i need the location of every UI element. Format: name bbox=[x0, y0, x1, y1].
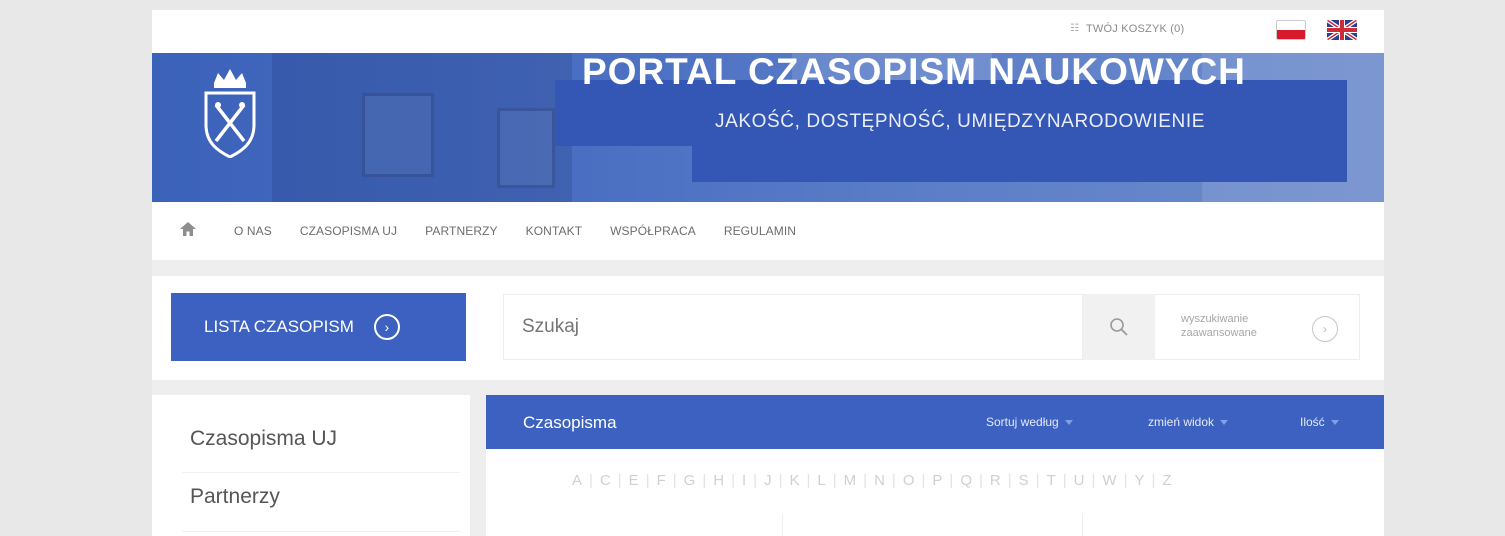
sort-dropdown[interactable]: Sortuj według bbox=[986, 415, 1073, 429]
search-section: LISTA CZASOPISM › wyszukiwanie zaawansow… bbox=[152, 276, 1384, 380]
alphabet-separator: | bbox=[702, 472, 708, 489]
portal-subtitle: JAKOŚĆ, DOSTĘPNOŚĆ, UMIĘDZYNARODOWIENIE bbox=[715, 111, 1206, 132]
top-bar: ☷ TWÓJ KOSZYK (0) bbox=[152, 10, 1384, 53]
main-nav: O NAS CZASOPISMA UJ PARTNERZY KONTAKT WS… bbox=[152, 202, 1384, 260]
alphabet-letter[interactable]: M bbox=[844, 472, 858, 489]
chevron-down-icon bbox=[1330, 419, 1339, 425]
journals-panel: Czasopisma Sortuj według zmień widok Ilo… bbox=[486, 395, 1384, 536]
journal-list-label: LISTA CZASOPISM bbox=[204, 317, 354, 336]
cart-label: TWÓJ KOSZYK (0) bbox=[1086, 23, 1185, 35]
alphabet-separator: | bbox=[672, 472, 678, 489]
advanced-search-link[interactable]: wyszukiwanie zaawansowane › bbox=[1155, 294, 1360, 360]
alphabet-letter[interactable]: E bbox=[629, 472, 640, 489]
alphabet-letter[interactable]: C bbox=[600, 472, 612, 489]
sort-label: Sortuj według bbox=[986, 415, 1059, 429]
count-dropdown[interactable]: Ilość bbox=[1300, 415, 1339, 429]
alphabet-separator: | bbox=[617, 472, 623, 489]
alphabet-letter[interactable]: S bbox=[1019, 472, 1030, 489]
alphabet-letter[interactable]: Z bbox=[1162, 472, 1172, 489]
nav-item-kontakt[interactable]: KONTAKT bbox=[526, 224, 582, 238]
search-icon bbox=[1110, 318, 1128, 336]
alphabet-separator: | bbox=[891, 472, 897, 489]
alphabet-filter: A | C | E | F | G | H | I | J | K | L | M | N | O | P | Q | R | S | T | U | W |… bbox=[572, 472, 1173, 489]
arrow-right-circle-icon: › bbox=[1312, 316, 1338, 342]
flag-en-icon[interactable] bbox=[1327, 20, 1357, 40]
alphabet-separator: | bbox=[645, 472, 651, 489]
alphabet-letter[interactable]: P bbox=[932, 472, 943, 489]
alphabet-letter[interactable]: T bbox=[1047, 472, 1057, 489]
home-icon[interactable] bbox=[180, 222, 196, 236]
alphabet-separator: | bbox=[921, 472, 927, 489]
nav-item-o-nas[interactable]: O NAS bbox=[234, 224, 272, 238]
alphabet-separator: | bbox=[589, 472, 594, 489]
alphabet-separator: | bbox=[949, 472, 955, 489]
portal-title: PORTAL CZASOPISM NAUKOWYCH bbox=[582, 51, 1246, 92]
crest-icon[interactable] bbox=[200, 63, 260, 158]
alphabet-letter[interactable]: N bbox=[874, 472, 886, 489]
alphabet-separator: | bbox=[832, 472, 838, 489]
alphabet-separator: | bbox=[1091, 472, 1097, 489]
arrow-right-circle-icon: › bbox=[373, 314, 400, 340]
nav-item-wspolpraca[interactable]: WSPÓŁPRACA bbox=[610, 224, 696, 238]
alphabet-separator: | bbox=[753, 472, 759, 489]
sidebar-divider bbox=[182, 472, 460, 473]
alphabet-separator: | bbox=[863, 472, 869, 489]
chevron-down-icon bbox=[1220, 419, 1229, 425]
alphabet-letter[interactable]: H bbox=[713, 472, 725, 489]
advanced-search-line2: zaawansowane bbox=[1181, 327, 1257, 339]
journals-header: Czasopisma Sortuj według zmień widok Ilo… bbox=[486, 395, 1384, 449]
alphabet-letter[interactable]: U bbox=[1074, 472, 1086, 489]
alphabet-separator: | bbox=[806, 472, 812, 489]
search-input[interactable] bbox=[503, 294, 1083, 360]
alphabet-letter[interactable]: I bbox=[742, 472, 747, 489]
nav-item-czasopisma-uj[interactable]: CZASOPISMA UJ bbox=[300, 224, 397, 238]
flag-pl-icon[interactable] bbox=[1276, 20, 1306, 40]
alphabet-letter[interactable]: R bbox=[990, 472, 1002, 489]
alphabet-letter[interactable]: G bbox=[684, 472, 697, 489]
search-button[interactable] bbox=[1083, 294, 1155, 360]
advanced-search-line1: wyszukiwanie bbox=[1181, 313, 1249, 325]
alphabet-separator: | bbox=[1035, 472, 1041, 489]
alphabet-letter[interactable]: W bbox=[1102, 472, 1117, 489]
view-dropdown[interactable]: zmień widok bbox=[1148, 415, 1229, 429]
count-label: Ilość bbox=[1300, 415, 1325, 429]
alphabet-separator: | bbox=[1123, 472, 1129, 489]
sidebar: Czasopisma UJ Partnerzy bbox=[152, 395, 470, 536]
alphabet-letter[interactable]: J bbox=[764, 472, 773, 489]
journal-list-button[interactable]: LISTA CZASOPISM › bbox=[171, 293, 466, 361]
alphabet-separator: | bbox=[1062, 472, 1068, 489]
alphabet-separator: | bbox=[731, 472, 736, 489]
cart-icon: ☷ bbox=[1070, 23, 1080, 34]
alphabet-letter[interactable]: F bbox=[657, 472, 667, 489]
chevron-down-icon bbox=[1064, 419, 1073, 425]
cart-link[interactable]: ☷ TWÓJ KOSZYK (0) bbox=[1070, 23, 1184, 35]
journals-title: Czasopisma bbox=[523, 413, 617, 432]
nav-item-partnerzy[interactable]: PARTNERZY bbox=[425, 224, 497, 238]
alphabet-separator: | bbox=[1007, 472, 1013, 489]
alphabet-letter[interactable]: Q bbox=[960, 472, 973, 489]
sidebar-divider bbox=[182, 531, 460, 532]
alphabet-separator: | bbox=[1151, 472, 1157, 489]
alphabet-letter[interactable]: A bbox=[572, 472, 583, 489]
page: ☷ TWÓJ KOSZYK (0) PORTAL CZASOPISM NAUKO… bbox=[152, 10, 1384, 536]
alphabet-separator: | bbox=[978, 472, 984, 489]
alphabet-letter[interactable]: Y bbox=[1134, 472, 1145, 489]
alphabet-letter[interactable]: L bbox=[817, 472, 826, 489]
nav-item-regulamin[interactable]: REGULAMIN bbox=[724, 224, 796, 238]
alphabet-separator: | bbox=[778, 472, 784, 489]
sidebar-item-czasopisma-uj[interactable]: Czasopisma UJ bbox=[190, 427, 460, 451]
alphabet-letter[interactable]: O bbox=[903, 472, 916, 489]
sidebar-item-partnerzy[interactable]: Partnerzy bbox=[190, 485, 460, 509]
view-label: zmień widok bbox=[1148, 415, 1215, 429]
alphabet-letter[interactable]: K bbox=[789, 472, 800, 489]
subtitle-box bbox=[692, 146, 1347, 182]
